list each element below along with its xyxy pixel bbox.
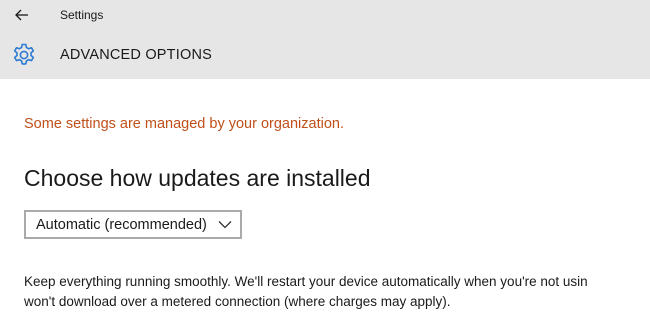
description-line: Keep everything running smoothly. We'll …: [24, 274, 588, 289]
page-title: ADVANCED OPTIONS: [60, 47, 212, 63]
chevron-down-icon: [218, 221, 232, 229]
update-install-dropdown[interactable]: Automatic (recommended): [24, 210, 242, 239]
back-button[interactable]: [8, 2, 36, 28]
dropdown-selected-value: Automatic (recommended): [36, 217, 207, 233]
description-text: Keep everything running smoothly. We'll …: [24, 272, 588, 312]
settings-window: Settings ADVANCED OPTIONS Some settings …: [0, 0, 650, 326]
section-heading: Choose how updates are installed: [24, 165, 371, 191]
gear-icon: [13, 43, 35, 65]
managed-notice: Some settings are managed by your organi…: [24, 116, 344, 132]
header-bar: Settings ADVANCED OPTIONS: [0, 0, 650, 79]
back-arrow-icon: [15, 9, 28, 21]
description-line: won't download over a metered connection…: [24, 294, 451, 309]
app-title: Settings: [60, 8, 104, 22]
